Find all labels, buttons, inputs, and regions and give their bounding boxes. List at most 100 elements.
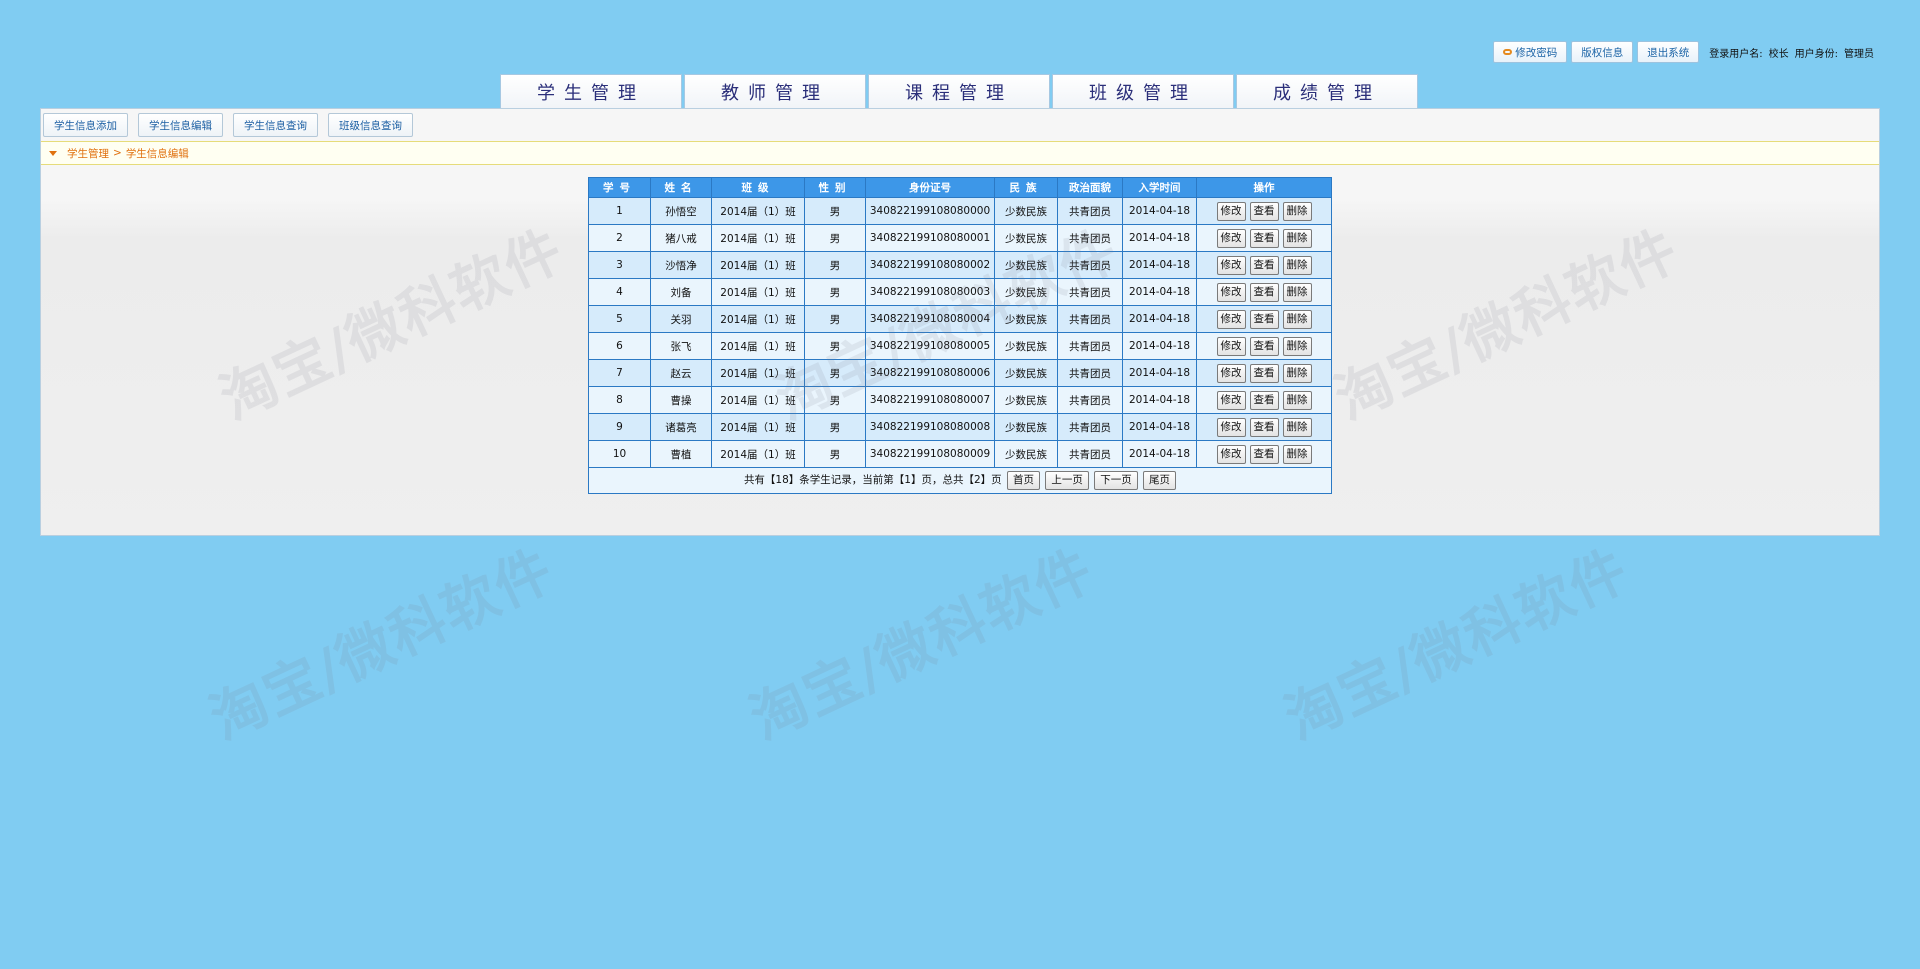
delete-button[interactable]: 删除 xyxy=(1282,282,1312,302)
edit-button[interactable]: 修改 xyxy=(1216,309,1246,329)
watermark: 淘宝/微科软件 xyxy=(740,537,1104,753)
cell-actions: 修改 查看 删除 xyxy=(1196,440,1332,468)
cell-actions: 修改 查看 删除 xyxy=(1196,332,1332,360)
cell-id-card: 340822199108080007 xyxy=(865,386,995,414)
cell-id: 6 xyxy=(588,332,651,360)
view-button[interactable]: 查看 xyxy=(1249,201,1279,221)
cell-id: 5 xyxy=(588,305,651,333)
edit-button[interactable]: 修改 xyxy=(1216,417,1246,437)
cell-actions: 修改 查看 删除 xyxy=(1196,413,1332,441)
col-header-name: 姓名 xyxy=(650,177,712,198)
cell-gender: 男 xyxy=(804,413,866,441)
cell-name: 猪八戒 xyxy=(650,224,712,252)
delete-button[interactable]: 删除 xyxy=(1282,444,1312,464)
cell-class: 2014届（1）班 xyxy=(711,197,805,225)
breadcrumb-separator: > xyxy=(113,147,122,159)
last-page-button[interactable]: 尾页 xyxy=(1143,471,1177,490)
edit-button[interactable]: 修改 xyxy=(1216,336,1246,356)
logout-button[interactable]: 退出系统 xyxy=(1637,41,1700,63)
col-header-actions: 操作 xyxy=(1196,177,1332,198)
tab-course-management[interactable]: 课程管理 xyxy=(868,74,1050,108)
first-page-button[interactable]: 首页 xyxy=(1007,471,1041,490)
cell-id-card: 340822199108080003 xyxy=(865,278,995,306)
tab-teacher-management[interactable]: 教师管理 xyxy=(684,74,866,108)
view-button[interactable]: 查看 xyxy=(1249,336,1279,356)
cell-id: 4 xyxy=(588,278,651,306)
table-row: 7 赵云 2014届（1）班男 340822199108080006 少数民族 共青团员 2… xyxy=(588,359,1332,387)
table-row: 8 曹操 2014届（1）班男 340822199108080007 少数民族 共青团员 2… xyxy=(588,386,1332,414)
view-button[interactable]: 查看 xyxy=(1249,309,1279,329)
delete-button[interactable]: 删除 xyxy=(1282,363,1312,383)
cell-ethnicity: 少数民族 xyxy=(994,332,1058,360)
col-header-id-card: 身份证号 xyxy=(865,177,995,198)
cell-enroll-date: 2014-04-18 xyxy=(1122,251,1197,279)
cell-class: 2014届（1）班 xyxy=(711,305,805,333)
sub-nav-student-edit[interactable]: 学生信息编辑 xyxy=(138,113,223,137)
pager-row: 共有【18】条学生记录，当前第【1】页，总共【2】页 首页 上一页 下一页 尾页 xyxy=(588,467,1332,494)
cell-ethnicity: 少数民族 xyxy=(994,197,1058,225)
view-button[interactable]: 查看 xyxy=(1249,390,1279,410)
cell-actions: 修改 查看 删除 xyxy=(1196,224,1332,252)
edit-button[interactable]: 修改 xyxy=(1216,255,1246,275)
username-label: 登录用户名: xyxy=(1709,48,1763,60)
tab-class-management[interactable]: 班级管理 xyxy=(1052,74,1234,108)
delete-button[interactable]: 删除 xyxy=(1282,417,1312,437)
col-header-id: 学号 xyxy=(588,177,651,198)
cell-name: 诸葛亮 xyxy=(650,413,712,441)
delete-button[interactable]: 删除 xyxy=(1282,390,1312,410)
breadcrumb-section[interactable]: 学生管理 xyxy=(67,146,109,161)
table-row: 4 刘备 2014届（1）班男 340822199108080003 少数民族 共青团员 2… xyxy=(588,278,1332,306)
view-button[interactable]: 查看 xyxy=(1249,444,1279,464)
cell-class: 2014届（1）班 xyxy=(711,278,805,306)
view-button[interactable]: 查看 xyxy=(1249,363,1279,383)
view-button[interactable]: 查看 xyxy=(1249,255,1279,275)
breadcrumb-page: 学生信息编辑 xyxy=(125,147,189,160)
top-toolbar: 修改密码 版权信息 退出系统 登录用户名: 校长 用户身份: 管理员 xyxy=(1493,40,1874,64)
cell-gender: 男 xyxy=(804,251,866,279)
cell-id-card: 340822199108080002 xyxy=(865,251,995,279)
next-page-button[interactable]: 下一页 xyxy=(1094,471,1138,490)
cell-id: 7 xyxy=(588,359,651,387)
cell-class: 2014届（1）班 xyxy=(711,251,805,279)
cell-ethnicity: 少数民族 xyxy=(994,386,1058,414)
view-button[interactable]: 查看 xyxy=(1249,228,1279,248)
tab-grade-management[interactable]: 成绩管理 xyxy=(1236,74,1418,108)
table-row: 1 孙悟空 2014届（1）班男 340822199108080000 少数民族 共青团员… xyxy=(588,197,1332,225)
cell-id: 8 xyxy=(588,386,651,414)
cell-actions: 修改 查看 删除 xyxy=(1196,305,1332,333)
cell-name: 孙悟空 xyxy=(650,197,712,225)
cell-id-card: 340822199108080009 xyxy=(865,440,995,468)
edit-button[interactable]: 修改 xyxy=(1216,282,1246,302)
user-info: 登录用户名: 校长 用户身份: 管理员 xyxy=(1709,45,1874,60)
delete-button[interactable]: 删除 xyxy=(1282,309,1312,329)
edit-button[interactable]: 修改 xyxy=(1216,444,1246,464)
cell-political-status: 共青团员 xyxy=(1057,332,1123,360)
tab-student-management[interactable]: 学生管理 xyxy=(500,74,682,108)
prev-page-button[interactable]: 上一页 xyxy=(1045,471,1089,490)
edit-button[interactable]: 修改 xyxy=(1216,390,1246,410)
delete-button[interactable]: 删除 xyxy=(1282,255,1312,275)
cell-id-card: 340822199108080005 xyxy=(865,332,995,360)
change-password-button[interactable]: 修改密码 xyxy=(1493,41,1568,63)
cell-actions: 修改 查看 删除 xyxy=(1196,197,1332,225)
cell-ethnicity: 少数民族 xyxy=(994,224,1058,252)
delete-button[interactable]: 删除 xyxy=(1282,201,1312,221)
cell-ethnicity: 少数民族 xyxy=(994,359,1058,387)
watermark: 淘宝/微科软件 xyxy=(200,537,564,753)
cell-political-status: 共青团员 xyxy=(1057,224,1123,252)
main-nav: 学生管理 教师管理 课程管理 班级管理 成绩管理 xyxy=(500,74,1418,108)
delete-button[interactable]: 删除 xyxy=(1282,336,1312,356)
cell-class: 2014届（1）班 xyxy=(711,332,805,360)
sub-nav-student-query[interactable]: 学生信息查询 xyxy=(233,113,318,137)
edit-button[interactable]: 修改 xyxy=(1216,201,1246,221)
view-button[interactable]: 查看 xyxy=(1249,282,1279,302)
cell-gender: 男 xyxy=(804,197,866,225)
edit-button[interactable]: 修改 xyxy=(1216,228,1246,248)
sub-nav-student-add[interactable]: 学生信息添加 xyxy=(43,113,128,137)
view-button[interactable]: 查看 xyxy=(1249,417,1279,437)
breadcrumb: 学生管理 > 学生信息编辑 xyxy=(41,141,1879,165)
delete-button[interactable]: 删除 xyxy=(1282,228,1312,248)
copyright-button[interactable]: 版权信息 xyxy=(1571,41,1634,63)
sub-nav-class-query[interactable]: 班级信息查询 xyxy=(328,113,413,137)
edit-button[interactable]: 修改 xyxy=(1216,363,1246,383)
